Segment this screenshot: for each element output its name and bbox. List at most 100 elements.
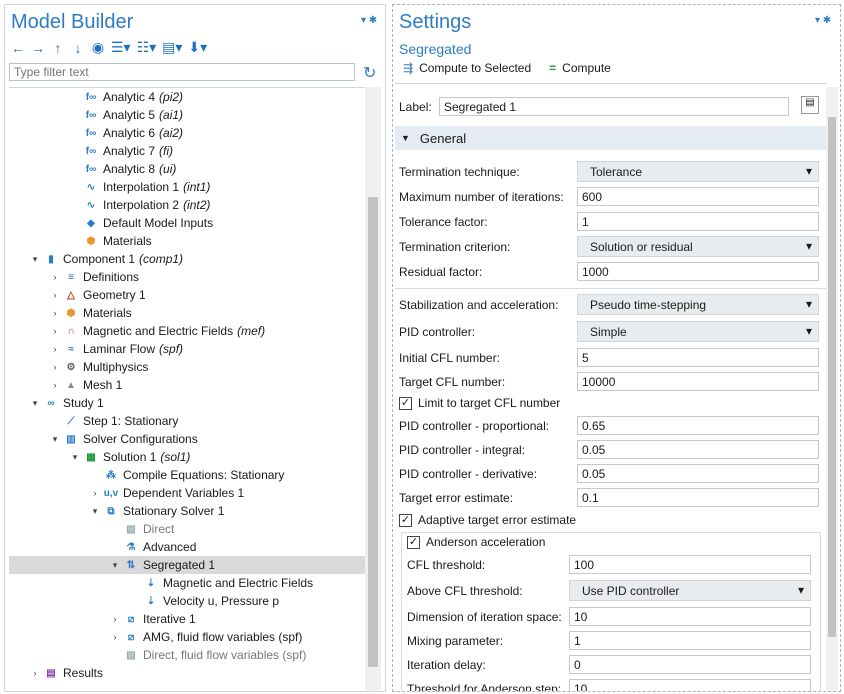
expand-tree-icon[interactable]: ☰▾ [111,39,131,56]
residual-factor-input[interactable]: 1000 [577,262,819,281]
tree-node-label: Materials [103,234,152,248]
tree-node[interactable]: ▧ Direct [9,520,367,538]
tree-node[interactable]: f∞ Analytic 6 (ai2) [9,124,367,142]
pid-integral-input[interactable]: 0.05 [577,440,819,459]
tree-node[interactable]: ▧ Direct, fluid flow variables (spf) [9,646,367,664]
limit-cfl-checkbox[interactable]: ✓ Limit to target CFL number [399,396,560,410]
tree-scrollbar[interactable] [365,87,381,691]
tree-node[interactable]: f∞ Analytic 7 (fi) [9,142,367,160]
tree-node[interactable]: f∞ Analytic 5 (ai1) [9,106,367,124]
target-cfl-input[interactable]: 10000 [577,372,819,391]
tree-node[interactable]: › ⧄ AMG, fluid flow variables (spf) [9,628,367,646]
tree-node[interactable]: › ⚙ Multiphysics [9,358,367,376]
tree-node[interactable]: › ▤ Results [9,664,367,682]
tree-node[interactable]: ⇣ Velocity u, Pressure p [9,592,367,610]
compute-button[interactable]: = Compute [549,61,611,75]
label-edit-icon[interactable]: ▤ [801,96,819,114]
tree-node[interactable]: ⁂ Compile Equations: Stationary [9,466,367,484]
tree-node[interactable]: › △ Geometry 1 [9,286,367,304]
compute-to-selected-button[interactable]: ⇶ Compute to Selected [403,61,531,75]
move-down-icon[interactable]: ↓ [71,40,85,56]
tree-node[interactable]: ▾ ∞ Study 1 [9,394,367,412]
tree-node[interactable]: ▾ ▦ Solution 1 (sol1) [9,448,367,466]
target-error-input[interactable]: 0.1 [577,488,819,507]
chevron-right-icon[interactable]: › [49,290,61,300]
tree-node[interactable]: ▾ ⧉ Stationary Solver 1 [9,502,367,520]
label-caption: Label: [399,100,432,114]
tree-node[interactable]: f∞ Analytic 4 (pi2) [9,88,367,106]
tree-filter-input[interactable] [9,63,355,81]
chevron-down-icon[interactable]: ▾ [89,506,101,517]
tree-node[interactable]: ▾ ⇅ Segregated 1 [9,556,367,574]
termination-criterion-select[interactable]: Solution or residual [577,236,819,257]
list-view-icon[interactable]: ▤▾ [162,39,182,56]
adaptive-error-checkbox[interactable]: ✓ Adaptive target error estimate [399,513,576,527]
settings-scrollbar-thumb[interactable] [828,117,836,637]
dim-iter-input[interactable]: 10 [569,607,811,626]
back-arrow-icon[interactable]: ← [11,40,25,56]
chevron-right-icon[interactable]: › [49,344,61,354]
chevron-right-icon[interactable]: › [49,326,61,336]
tree-node[interactable]: ⚗ Advanced [9,538,367,556]
tree-node[interactable]: › ⧄ Iterative 1 [9,610,367,628]
collapse-tree-icon[interactable]: ☷▾ [137,39,157,56]
anderson-checkbox[interactable]: ✓ Anderson acceleration [407,535,545,549]
general-section-header[interactable]: ▼ General [395,126,827,150]
tree-node[interactable]: ▾ ▮ Component 1 (comp1) [9,250,367,268]
chevron-right-icon[interactable]: › [49,308,61,318]
pid-controller-select[interactable]: Simple [577,321,819,342]
tree-node[interactable]: ⇣ Magnetic and Electric Fields [9,574,367,592]
mixing-input[interactable]: 1 [569,631,811,650]
forward-arrow-icon[interactable]: → [31,40,45,56]
residual-factor-label: Residual factor: [399,265,483,279]
tree-node[interactable]: › u,v Dependent Variables 1 [9,484,367,502]
chevron-right-icon[interactable]: › [49,272,61,282]
panel-menu-icon[interactable]: ▾ ✱ [361,15,377,26]
chevron-down-icon[interactable]: ▾ [69,452,81,463]
tree-node-label: Analytic 7 [103,144,156,158]
tree-node[interactable]: › ≡ Definitions [9,268,367,286]
stabilization-select[interactable]: Pseudo time-stepping [577,294,819,315]
chevron-right-icon[interactable]: › [109,632,121,642]
tree-node[interactable]: ⟋ Step 1: Stationary [9,412,367,430]
tree-node[interactable]: ▾ ▥ Solver Configurations [9,430,367,448]
checkbox-check-icon: ✓ [399,513,412,527]
threshold-anderson-input[interactable]: 10 [569,679,811,691]
tree-node[interactable]: ∿ Interpolation 2 (int2) [9,196,367,214]
tolerance-factor-input[interactable]: 1 [577,212,819,231]
tree-node[interactable]: › ⬢ Materials [9,304,367,322]
refresh-icon[interactable]: ↻ [363,63,376,83]
tree-node[interactable]: ⬢ Materials [9,232,367,250]
pid-proportional-input[interactable]: 0.65 [577,416,819,435]
chevron-down-icon[interactable]: ▾ [49,434,61,445]
label-input[interactable]: Segregated 1 [439,97,789,116]
tree-node[interactable]: › ▲ Mesh 1 [9,376,367,394]
tree-node[interactable]: f∞ Analytic 8 (ui) [9,160,367,178]
pid-derivative-input[interactable]: 0.05 [577,464,819,483]
model-tree[interactable]: f∞ Analytic 4 (pi2) f∞ Analytic 5 (ai1) f∞ Anal… [9,87,367,691]
settings-scrollbar[interactable] [826,87,838,691]
chevron-down-icon[interactable]: ▾ [29,254,41,265]
chevron-right-icon[interactable]: › [49,362,61,372]
add-node-icon[interactable]: ⬇▾ [188,39,207,56]
move-up-icon[interactable]: ↑ [51,40,65,56]
chevron-right-icon[interactable]: › [89,488,101,498]
above-cfl-select[interactable]: Use PID controller [569,580,811,601]
chevron-down-icon[interactable]: ▾ [109,560,121,571]
max-iterations-input[interactable]: 600 [577,187,819,206]
cfl-threshold-input[interactable]: 100 [569,555,811,574]
tree-node[interactable]: › ≈ Laminar Flow (spf) [9,340,367,358]
tree-node[interactable]: ◆ Default Model Inputs [9,214,367,232]
tree-scrollbar-thumb[interactable] [368,197,378,667]
chevron-right-icon[interactable]: › [109,614,121,624]
chevron-down-icon[interactable]: ▾ [29,398,41,409]
chevron-right-icon[interactable]: › [49,380,61,390]
tree-node[interactable]: ∿ Interpolation 1 (int1) [9,178,367,196]
initial-cfl-input[interactable]: 5 [577,348,819,367]
show-icon[interactable]: ◉ [91,39,105,56]
tree-node[interactable]: › ∩ Magnetic and Electric Fields (mef) [9,322,367,340]
termination-technique-select[interactable]: Tolerance [577,161,819,182]
settings-menu-icon[interactable]: ▾ ✱ [815,15,831,26]
chevron-right-icon[interactable]: › [29,668,41,678]
iter-delay-input[interactable]: 0 [569,655,811,674]
